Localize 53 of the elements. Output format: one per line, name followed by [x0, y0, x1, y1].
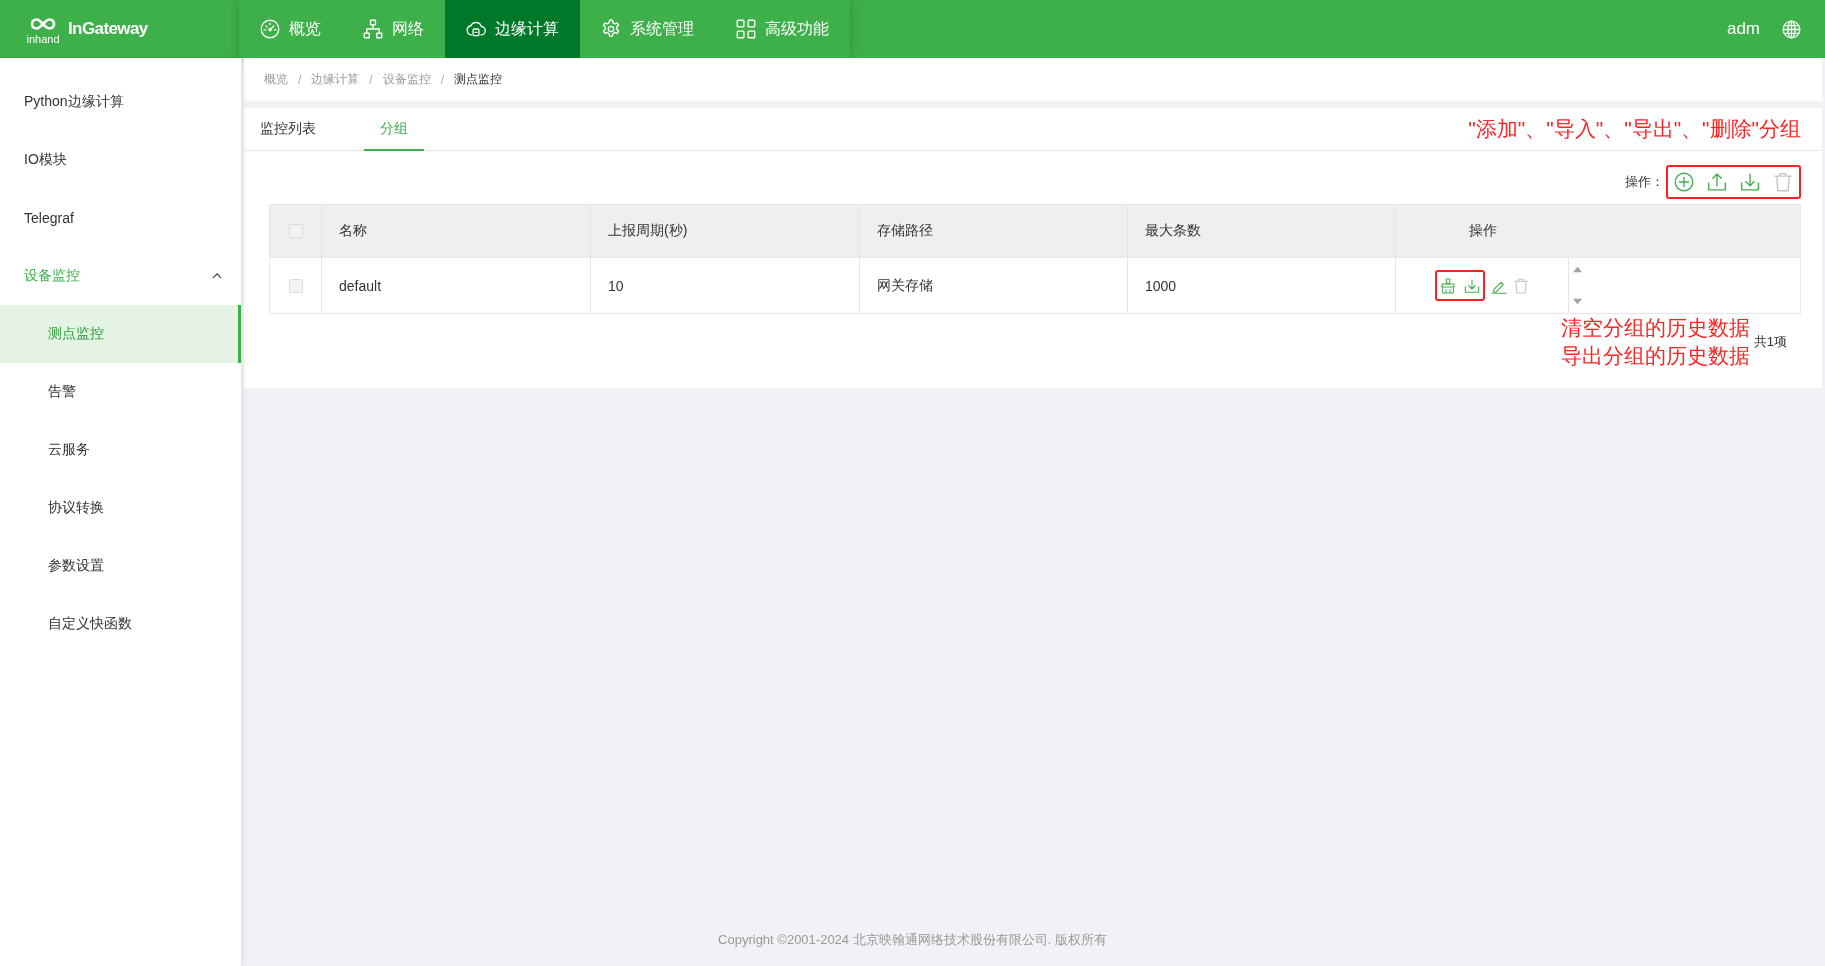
- nav-tab[interactable]: 边缘计算: [445, 0, 580, 58]
- user-name[interactable]: adm: [1726, 19, 1760, 39]
- sidebar-item[interactable]: 告警: [0, 363, 241, 421]
- table-cell: default: [322, 258, 591, 313]
- sidebar-item[interactable]: 自定义快函数: [0, 595, 241, 653]
- sidebar-item[interactable]: 云服务: [0, 421, 241, 479]
- tab[interactable]: 监控列表: [244, 108, 332, 151]
- dashboard-icon: [260, 19, 280, 39]
- table-cell: 1000: [1128, 258, 1396, 313]
- nav-tab[interactable]: 高级功能: [715, 0, 850, 58]
- broom-icon[interactable]: [1440, 277, 1456, 294]
- annotation-text: "添加"、"导入"、"导出"、"删除"分组: [1468, 116, 1802, 142]
- download-icon[interactable]: [1464, 277, 1480, 294]
- settings-icon: [601, 19, 621, 39]
- annotation-text: 导出分组的历史数据: [1560, 343, 1750, 369]
- column-header: 存储路径: [860, 205, 1128, 257]
- sidebar-item[interactable]: 协议转换: [0, 479, 241, 537]
- globe-icon[interactable]: [1782, 19, 1801, 39]
- column-header: 最大条数: [1128, 205, 1396, 257]
- breadcrumb-link[interactable]: 概览: [264, 71, 288, 88]
- copyright-text: Copyright ©2001-2024 北京映翰通网络技术股份有限公司. 版权所有: [717, 931, 1108, 949]
- breadcrumb-current: 测点监控: [454, 71, 503, 88]
- grid-icon: [736, 19, 756, 39]
- nav-tab[interactable]: 网络: [342, 0, 445, 58]
- sidebar-item[interactable]: 参数设置: [0, 537, 241, 595]
- logo-text: inhand: [26, 33, 60, 45]
- row-checkbox[interactable]: [288, 278, 303, 293]
- annotation-text: 清空分组的历史数据: [1560, 315, 1750, 341]
- breadcrumb-separator: /: [369, 72, 373, 87]
- column-header: 操作: [1467, 221, 1498, 240]
- nav-tab[interactable]: 系统管理: [580, 0, 715, 58]
- table-cell: 10: [591, 258, 860, 313]
- breadcrumb-link[interactable]: 边缘计算: [311, 71, 360, 88]
- sidebar-item[interactable]: Python边缘计算: [0, 73, 241, 131]
- product-name: InGateway: [68, 19, 148, 39]
- toolbar-label: 操作：: [1625, 173, 1664, 191]
- cloud-icon: [466, 19, 486, 39]
- scroll-down-arrow-icon[interactable]: [1572, 296, 1583, 307]
- tab[interactable]: 分组: [364, 108, 424, 151]
- breadcrumb-separator: /: [440, 72, 445, 87]
- sidebar-item[interactable]: 设备监控: [0, 247, 241, 305]
- table-cell: 网关存储: [860, 258, 1128, 313]
- breadcrumb-link[interactable]: 设备监控: [382, 71, 431, 88]
- nav-tab[interactable]: 概览: [239, 0, 342, 58]
- sidebar-item[interactable]: 测点监控: [0, 305, 241, 363]
- column-header: 上报周期(秒): [591, 205, 860, 257]
- scroll-up-arrow-icon[interactable]: [1572, 264, 1583, 275]
- sidebar-item[interactable]: Telegraf: [0, 189, 241, 247]
- network-icon: [363, 19, 383, 39]
- sidebar-item[interactable]: IO模块: [0, 131, 241, 189]
- breadcrumb-separator: /: [298, 72, 302, 87]
- column-header: 名称: [322, 205, 591, 257]
- total-count: 共1项: [1753, 333, 1787, 351]
